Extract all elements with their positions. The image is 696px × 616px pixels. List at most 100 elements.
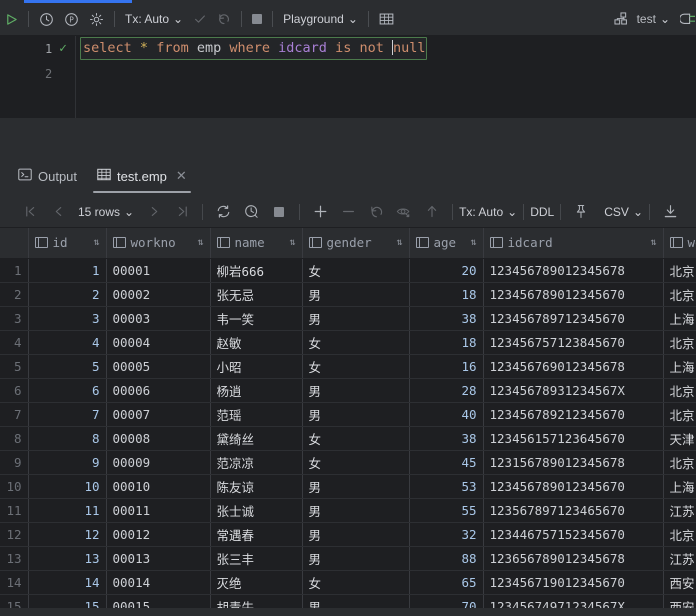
pin-icon[interactable] [567,201,595,223]
cell-work[interactable]: 北京 [663,282,696,307]
table-row[interactable]: 7 7 00007 范瑶男 40 123456789212345670 北京 [0,402,696,427]
cell-age[interactable]: 70 [409,594,484,608]
table-row[interactable]: 4 4 00004 赵敏女 18 123456757123845670 北京 [0,330,696,355]
cell-workno[interactable]: 00007 [106,402,211,427]
cell-workno[interactable]: 00011 [106,498,211,523]
row-count-selector[interactable]: 15 rows ⌄ [78,205,134,219]
cell-idcard[interactable]: 123456789012345678 [483,258,664,283]
row-number[interactable]: 4 [0,330,29,355]
cell-id[interactable]: 6 [28,378,107,403]
cell-name[interactable]: 胡青牛 [210,594,303,608]
cell-gender[interactable]: 男 [302,306,410,331]
editor-code-area[interactable]: select * from emp where idcard is not nu… [76,36,696,118]
cell-workno[interactable]: 00003 [106,306,211,331]
cell-idcard[interactable]: 123456789212345670 [483,402,664,427]
datasource-selector[interactable]: test ⌄ [635,7,675,31]
cell-work[interactable]: 北京 [663,378,696,403]
sort-toggle-icon[interactable]: ⇅ [197,237,203,248]
table-row[interactable]: 12 12 00012 常遇春男 32 123446757152345670 北京 [0,522,696,547]
table-row[interactable]: 8 8 00008 黛绮丝女 38 123456157123645670 天津 [0,426,696,451]
cell-age[interactable]: 88 [409,546,484,571]
cell-idcard[interactable]: 123456789012345670 [483,474,664,499]
rownum-header[interactable] [0,228,29,259]
cell-idcard[interactable]: 123456757123845670 [483,330,664,355]
submit-up-arrow-icon[interactable] [418,201,446,223]
column-header-id[interactable]: id ⇅ [28,228,107,259]
ddl-button[interactable]: DDL [530,205,554,219]
cell-gender[interactable]: 男 [302,498,410,523]
cell-gender[interactable]: 女 [302,570,410,595]
gear-icon[interactable] [84,7,109,31]
cell-age[interactable]: 65 [409,570,484,595]
grid-transaction-selector[interactable]: Tx: Auto ⌄ [459,205,517,219]
cell-id[interactable]: 1 [28,258,107,283]
refresh-icon[interactable] [209,201,237,223]
cell-age[interactable]: 16 [409,354,484,379]
cell-age[interactable]: 20 [409,258,484,283]
cell-workno[interactable]: 00006 [106,378,211,403]
cell-id[interactable]: 2 [28,282,107,307]
cell-idcard[interactable]: 12345674971234567X [483,594,664,608]
table-row[interactable]: 5 5 00005 小昭女 16 123456769012345678 上海 [0,354,696,379]
cell-workno[interactable]: 00012 [106,522,211,547]
cell-gender[interactable]: 男 [302,282,410,307]
export-download-icon[interactable] [656,201,684,223]
cell-work[interactable]: 北京 [663,402,696,427]
cell-id[interactable]: 7 [28,402,107,427]
tab-output[interactable]: Output [10,157,85,195]
row-number[interactable]: 1 [0,258,29,283]
cell-gender[interactable]: 女 [302,450,410,475]
prev-page-icon[interactable] [44,201,72,223]
cell-gender[interactable]: 女 [302,426,410,451]
cell-id[interactable]: 5 [28,354,107,379]
column-header-work[interactable]: work [663,228,696,259]
table-row[interactable]: 1 1 00001 柳岩666 女 20 123456789012345678 北京 [0,258,696,283]
cell-gender[interactable]: 男 [302,546,410,571]
cell-workno[interactable]: 00001 [106,258,211,283]
table-row[interactable]: 6 6 00006 杨逍男 28 12345678931234567X 北京 [0,378,696,403]
cell-idcard[interactable]: 123446757152345670 [483,522,664,547]
cell-id[interactable]: 11 [28,498,107,523]
table-row[interactable]: 9 9 00009 范凉凉女 45 123156789012345678 北京 [0,450,696,475]
row-number[interactable]: 3 [0,306,29,331]
cell-name[interactable]: 韦一笑 [210,306,303,331]
cell-idcard[interactable]: 123456769012345678 [483,354,664,379]
cell-idcard[interactable]: 123567897123465670 [483,498,664,523]
table-row[interactable]: 10 10 00010 陈友谅男 53 123456789012345670 上海 [0,474,696,499]
cell-work[interactable]: 上海 [663,474,696,499]
cell-id[interactable]: 10 [28,474,107,499]
cell-gender[interactable]: 女 [302,330,410,355]
cell-workno[interactable]: 00002 [106,282,211,307]
cell-name[interactable]: 张士诚 [210,498,303,523]
cell-work[interactable]: 江苏 [663,546,696,571]
history-clock-icon[interactable] [237,201,265,223]
row-number[interactable]: 14 [0,570,29,595]
cell-idcard[interactable]: 123456789712345670 [483,306,664,331]
cell-id[interactable]: 3 [28,306,107,331]
column-header-gender[interactable]: gender ⇅ [302,228,410,259]
cell-workno[interactable]: 00004 [106,330,211,355]
cell-name[interactable]: 陈友谅 [210,474,303,499]
cell-idcard[interactable]: 123656789012345678 [483,546,664,571]
close-icon[interactable]: ✕ [176,168,187,184]
sort-toggle-icon[interactable]: ⇅ [93,237,99,248]
cell-name[interactable]: 柳岩666 [210,258,303,283]
cell-name[interactable]: 黛绮丝 [210,426,303,451]
table-row[interactable]: 14 14 00014 灭绝女 65 123456719012345670 西安 [0,570,696,595]
cell-work[interactable]: 上海 [663,354,696,379]
cell-id[interactable]: 15 [28,594,107,608]
cell-idcard[interactable]: 123456789012345670 [483,282,664,307]
stop-button[interactable] [247,7,267,31]
cell-work[interactable]: 江苏 [663,498,696,523]
row-number[interactable]: 8 [0,426,29,451]
cell-work[interactable]: 北京 [663,258,696,283]
cell-age[interactable]: 18 [409,282,484,307]
code-line-2[interactable] [76,61,696,86]
cell-name[interactable]: 杨逍 [210,378,303,403]
cell-age[interactable]: 18 [409,330,484,355]
column-header-name[interactable]: name ⇅ [210,228,303,259]
sort-toggle-icon[interactable]: ⇅ [289,237,295,248]
cell-name[interactable]: 张三丰 [210,546,303,571]
row-number[interactable]: 15 [0,594,29,608]
cell-name[interactable]: 常遇春 [210,522,303,547]
